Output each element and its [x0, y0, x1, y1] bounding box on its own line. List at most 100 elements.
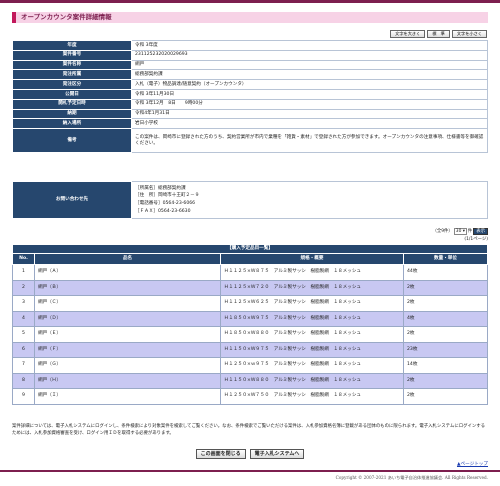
row-item-name: 網戸（Ｃ）: [34, 295, 221, 312]
per-page-suffix: 件: [467, 228, 473, 234]
row-no: 1: [12, 264, 35, 281]
page-top-link[interactable]: ▲ページトップ: [457, 462, 488, 468]
table-row: 3 網戸（Ｃ） Ｈ１１２５×Ｗ６２５ アルミ製サッシ 樹脂製網 １８メッシュ 2枚: [12, 295, 488, 312]
row-item-name: 網戸（Ｆ）: [34, 341, 221, 358]
info-value: 231125232020029693: [131, 49, 488, 61]
table-row: 8 網戸（Ｈ） Ｈ１１５０×Ｗ８８０ アルミ製サッシ 樹脂製網 １８メッシュ 2枚: [12, 372, 488, 389]
contact-line: ［所属名］総務部契約課: [135, 185, 186, 191]
info-label: 案件番号: [12, 49, 132, 61]
contact-line: ［住 所］岡崎市十王町２－９: [135, 193, 200, 199]
case-info-table: 年度 令和 3年度 案件番号 231125232020029693 案件名称 網戸 発…: [12, 40, 488, 154]
col-header-qty: 数量・単位: [403, 253, 488, 265]
row-no: 4: [12, 310, 35, 327]
bottom-buttons: この画面を閉じる 電子入札システムへ: [0, 449, 500, 459]
info-value: 令和4年1月31日: [131, 108, 488, 120]
info-value: 令和 3年12月 8日 9時00分: [131, 98, 488, 110]
info-label: 年度: [12, 40, 132, 51]
row-no: 9: [12, 388, 35, 405]
info-label: 案件名称: [12, 59, 132, 71]
row-no: 5: [12, 326, 35, 343]
notice-text: 案件詳細については、電子入札システムにログインし、条件検索により対象案件を検索し…: [12, 424, 486, 436]
info-label: 発注区分: [12, 79, 132, 90]
table-row: 5 網戸（Ｅ） Ｈ１８５０×Ｗ８８０ アルミ製サッシ 樹脂製網 １８メッシュ 2枚: [12, 326, 488, 343]
info-label: 備考: [12, 128, 132, 154]
row-no: 7: [12, 357, 35, 374]
row-quantity: 14枚: [403, 357, 488, 374]
row-item-name: 網戸（Ｈ）: [34, 372, 221, 389]
top-accent-bar: [0, 0, 500, 3]
per-page-value: 30: [455, 229, 462, 234]
row-spec: Ｈ１８５０×Ｗ８８０ アルミ製サッシ 樹脂製網 １８メッシュ: [220, 326, 404, 343]
row-spec: Ｈ１１２５×Ｗ７２０ アルミ製サッシ 樹脂製網 １８メッシュ: [220, 279, 404, 296]
display-button[interactable]: 表示: [473, 228, 488, 235]
font-smaller-button[interactable]: 文字を小さく: [451, 30, 487, 38]
table-row: 1 網戸（Ａ） Ｈ１１２５×Ｗ８７５ アルミ製サッシ 樹脂製網 １８メッシュ 44枚: [12, 264, 488, 281]
close-window-button[interactable]: この画面を閉じる: [195, 449, 246, 459]
col-header-no: No.: [12, 253, 35, 265]
font-size-controls: 文字を大きく 標 準 文字を小さく: [390, 30, 487, 38]
contact-table: お問い合わせ先 ［所属名］総務部契約課 ［住 所］岡崎市十王町２－９ ［電話番号…: [12, 181, 488, 219]
pager: （全9件） 30 ▾ 件 表示: [432, 228, 488, 235]
info-value: 令和 3年11月30日: [131, 88, 488, 100]
row-item-name: 網戸（Ａ）: [34, 264, 221, 281]
page-title: オープンカウンタ案件詳細情報: [21, 13, 112, 21]
table-row: 7 網戸（Ｇ） Ｈ１２５０×ｗ９７５ アルミ製サッシ 樹脂製網 １８メッシュ 14枚: [12, 357, 488, 374]
copyright-text: Copyright © 2007-2021 あいち電子自治体推進協議会. All…: [335, 475, 488, 480]
row-item-name: 網戸（Ｉ）: [34, 388, 221, 405]
page-title-bar: オープンカウンタ案件詳細情報: [12, 12, 488, 23]
row-quantity: 2枚: [403, 279, 488, 296]
row-spec: Ｈ１８５０×Ｗ９７５ アルミ製サッシ 樹脂製網 １８メッシュ: [220, 310, 404, 327]
info-value: 岩日小学校: [131, 118, 488, 130]
table-row: 2 網戸（Ｂ） Ｈ１１２５×Ｗ７２０ アルミ製サッシ 樹脂製網 １８メッシュ 2枚: [12, 279, 488, 296]
info-label: 納期: [12, 108, 132, 120]
col-header-name: 品名: [34, 253, 221, 265]
table-row: 4 網戸（Ｄ） Ｈ１８５０×Ｗ９７５ アルミ製サッシ 樹脂製網 １８メッシュ 4枚: [12, 310, 488, 327]
contact-line: ［電話番号］0564-23-6066: [135, 201, 196, 206]
font-standard-button[interactable]: 標 準: [427, 30, 450, 38]
row-quantity: 23枚: [403, 341, 488, 358]
per-page-select[interactable]: 30 ▾: [453, 228, 467, 235]
info-value: 入札（電子）物品調達/随意契約（オープンカウンタ）: [131, 79, 488, 90]
footer-divider: [0, 470, 500, 472]
row-no: 8: [12, 372, 35, 389]
col-header-spec: 規格・概要: [220, 253, 404, 265]
row-no: 2: [12, 279, 35, 296]
font-larger-button[interactable]: 文字を大きく: [390, 30, 426, 38]
info-value: 令和 3年度: [131, 40, 488, 51]
row-quantity: 2枚: [403, 372, 488, 389]
contact-line: ［ＦＡＸ］0564-23-6630: [135, 208, 191, 214]
contact-details: ［所属名］総務部契約課 ［住 所］岡崎市十王町２－９ ［電話番号］0564-23…: [131, 181, 488, 219]
row-no: 3: [12, 295, 35, 312]
row-spec: Ｈ１２５０×Ｗ７５０ アルミ製サッシ 樹脂製網 １８メッシュ: [220, 388, 404, 405]
row-item-name: 網戸（Ｇ）: [34, 357, 221, 374]
row-item-name: 網戸（Ｂ）: [34, 279, 221, 296]
list-caption: 【購入予定品目一覧】: [12, 244, 488, 254]
info-label: 納入場所: [12, 118, 132, 130]
row-quantity: 2枚: [403, 295, 488, 312]
row-item-name: 網戸（Ｅ）: [34, 326, 221, 343]
row-no: 6: [12, 341, 35, 358]
contact-label: お問い合わせ先: [12, 181, 132, 219]
row-spec: Ｈ１１２５×Ｗ６２５ アルミ製サッシ 樹脂製網 １８メッシュ: [220, 295, 404, 312]
row-spec: Ｈ１２５０×ｗ９７５ アルミ製サッシ 樹脂製網 １８メッシュ: [220, 357, 404, 374]
row-quantity: 2枚: [403, 326, 488, 343]
info-value: 総務部契約課: [131, 69, 488, 81]
row-spec: Ｈ１１５０×Ｗ８８０ アルミ製サッシ 樹脂製網 １８メッシュ: [220, 372, 404, 389]
page-info: (1/1ページ): [464, 237, 488, 242]
row-quantity: 44枚: [403, 264, 488, 281]
row-spec: Ｈ１１５０×Ｗ９７５ アルミ製サッシ 樹脂製網 １８メッシュ: [220, 341, 404, 358]
row-item-name: 網戸（Ｄ）: [34, 310, 221, 327]
info-label: 公開日: [12, 88, 132, 100]
info-value: 網戸: [131, 59, 488, 71]
row-quantity: 2枚: [403, 388, 488, 405]
ebid-system-button[interactable]: 電子入札システムへ: [249, 449, 305, 459]
info-label: 発注所属: [12, 69, 132, 81]
page-info-text: 1/1ページ: [466, 237, 487, 242]
info-label: 開札予定日時: [12, 98, 132, 110]
item-list-table: 【購入予定品目一覧】 No. 品名 規格・概要 数量・単位 1 網戸（Ａ） Ｈ１１２…: [12, 244, 488, 405]
table-row: 6 網戸（Ｆ） Ｈ１１５０×Ｗ９７５ アルミ製サッシ 樹脂製網 １８メッシュ 23枚: [12, 341, 488, 358]
row-spec: Ｈ１１２５×Ｗ８７５ アルミ製サッシ 樹脂製網 １８メッシュ: [220, 264, 404, 281]
row-quantity: 4枚: [403, 310, 488, 327]
total-count: （全9件）: [432, 228, 453, 234]
info-value: この案件は、岡崎市に登録された方のうち、契約営業所が市内で業種を「雑貨・素材」で…: [131, 128, 488, 154]
